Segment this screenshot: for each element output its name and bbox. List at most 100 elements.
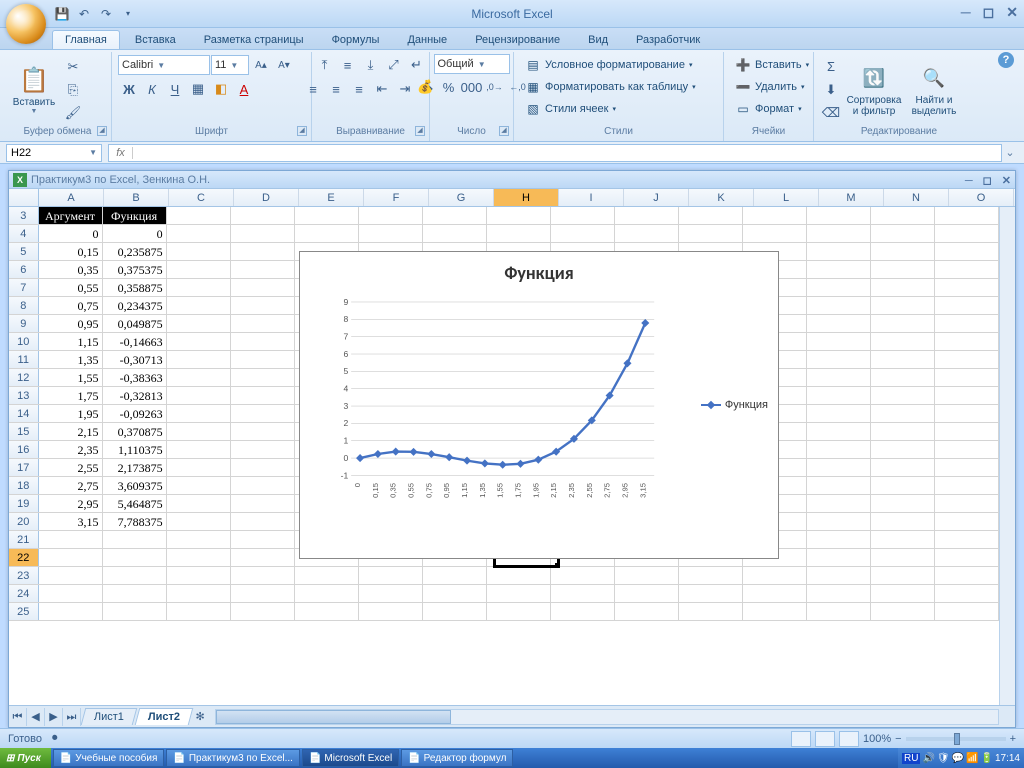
cell[interactable]: 0,15 — [39, 243, 103, 260]
column-header[interactable]: L — [754, 189, 819, 206]
tab-рецензирование[interactable]: Рецензирование — [462, 30, 573, 49]
paste-button[interactable]: 📋 Вставить ▼ — [10, 57, 58, 123]
cell[interactable] — [167, 423, 231, 440]
sheet-tab[interactable]: Лист2 — [135, 708, 194, 725]
cell[interactable] — [807, 369, 871, 386]
cell[interactable]: 0,049875 — [103, 315, 167, 332]
column-header[interactable]: E — [299, 189, 364, 206]
page-break-view-icon[interactable] — [839, 731, 859, 747]
cell[interactable] — [807, 279, 871, 296]
cell[interactable] — [807, 531, 871, 548]
cell[interactable] — [807, 261, 871, 278]
undo-icon[interactable]: ↶ — [76, 6, 92, 22]
cell[interactable] — [935, 495, 999, 512]
cell[interactable]: 3,15 — [39, 513, 103, 530]
increase-indent-icon[interactable]: ⇥ — [394, 78, 416, 100]
office-button[interactable] — [6, 4, 46, 44]
cell[interactable] — [167, 603, 231, 620]
tab-вставка[interactable]: Вставка — [122, 30, 189, 49]
row-header[interactable]: 21 — [9, 531, 39, 548]
zoom-slider[interactable] — [906, 737, 1006, 741]
cell[interactable] — [487, 567, 551, 584]
column-header[interactable]: N — [884, 189, 949, 206]
cell[interactable] — [807, 459, 871, 476]
column-header[interactable]: O — [949, 189, 1014, 206]
cell[interactable] — [871, 351, 935, 368]
cell[interactable] — [935, 225, 999, 242]
column-header[interactable]: M — [819, 189, 884, 206]
prev-sheet-icon[interactable]: ◀ — [27, 708, 45, 726]
cell[interactable] — [807, 603, 871, 620]
cell[interactable] — [167, 333, 231, 350]
insert-cells-button[interactable]: ➕Вставить▾ — [730, 54, 814, 76]
save-icon[interactable]: 💾 — [54, 6, 70, 22]
normal-view-icon[interactable] — [791, 731, 811, 747]
embedded-chart[interactable]: Функция -1012345678900,150,350,550,750,9… — [299, 251, 779, 559]
align-right-icon[interactable]: ≡ — [348, 78, 370, 100]
cell[interactable] — [935, 351, 999, 368]
cell[interactable] — [935, 297, 999, 314]
cell[interactable]: 1,55 — [39, 369, 103, 386]
cell[interactable] — [103, 603, 167, 620]
cell[interactable] — [615, 567, 679, 584]
cell[interactable]: 0,95 — [39, 315, 103, 332]
cell[interactable]: -0,09263 — [103, 405, 167, 422]
format-cells-button[interactable]: ▭Формат▾ — [730, 98, 807, 120]
cell[interactable] — [103, 585, 167, 602]
row-header[interactable]: 25 — [9, 603, 39, 620]
cell[interactable] — [231, 261, 295, 278]
cell[interactable] — [743, 567, 807, 584]
cell[interactable] — [871, 387, 935, 404]
decrease-font-icon[interactable]: A▾ — [273, 54, 295, 76]
cell[interactable] — [39, 603, 103, 620]
font-name-combo[interactable]: Calibri▼ — [118, 55, 210, 75]
cell[interactable]: 0,75 — [39, 297, 103, 314]
cell[interactable]: 0,235875 — [103, 243, 167, 260]
row-header[interactable]: 3 — [9, 207, 39, 224]
cell[interactable] — [807, 495, 871, 512]
clipboard-launcher-icon[interactable]: ◢ — [97, 126, 107, 136]
border-icon[interactable]: ▦ — [187, 78, 209, 100]
cell[interactable] — [679, 585, 743, 602]
column-header[interactable]: H — [494, 189, 559, 206]
sort-filter-button[interactable]: 🔃 Сортировка и фильтр — [846, 57, 902, 123]
column-header[interactable]: K — [689, 189, 754, 206]
cell[interactable] — [615, 585, 679, 602]
autosum-icon[interactable]: Σ — [820, 56, 842, 78]
cell[interactable] — [935, 261, 999, 278]
cell[interactable] — [807, 351, 871, 368]
cell[interactable] — [487, 603, 551, 620]
cell[interactable] — [743, 225, 807, 242]
cell[interactable] — [167, 315, 231, 332]
cell[interactable] — [103, 567, 167, 584]
cell[interactable] — [871, 441, 935, 458]
cell[interactable]: 1,15 — [39, 333, 103, 350]
column-header[interactable]: F — [364, 189, 429, 206]
cell[interactable] — [167, 495, 231, 512]
cell[interactable] — [871, 207, 935, 224]
zoom-in-icon[interactable]: + — [1010, 733, 1016, 745]
comma-icon[interactable]: 000 — [461, 76, 483, 98]
cell[interactable] — [167, 567, 231, 584]
cell[interactable] — [231, 297, 295, 314]
cell[interactable] — [167, 513, 231, 530]
row-header[interactable]: 11 — [9, 351, 39, 368]
cell[interactable]: 0 — [103, 225, 167, 242]
cell[interactable] — [871, 477, 935, 494]
taskbar-item[interactable]: 📄Microsoft Excel — [302, 749, 399, 767]
cell[interactable] — [231, 603, 295, 620]
start-button[interactable]: ⊞ Пуск — [0, 748, 51, 768]
cell[interactable] — [935, 423, 999, 440]
cell[interactable] — [167, 531, 231, 548]
copy-icon[interactable]: ⎘ — [62, 79, 84, 101]
cell[interactable] — [807, 243, 871, 260]
row-header[interactable]: 13 — [9, 387, 39, 404]
cell[interactable] — [231, 207, 295, 224]
cell[interactable] — [935, 315, 999, 332]
row-header[interactable]: 18 — [9, 477, 39, 494]
cell[interactable] — [167, 243, 231, 260]
cell[interactable] — [871, 423, 935, 440]
cell[interactable] — [39, 585, 103, 602]
cell[interactable] — [359, 567, 423, 584]
cell[interactable]: 2,15 — [39, 423, 103, 440]
